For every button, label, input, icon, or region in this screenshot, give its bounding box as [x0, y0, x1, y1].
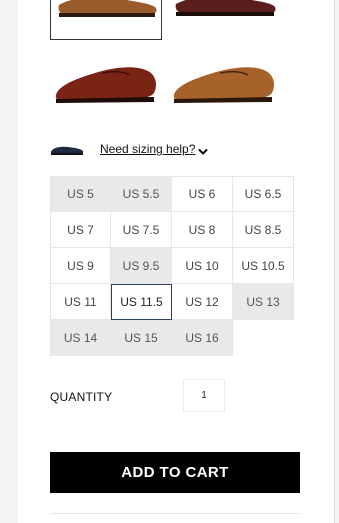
size-option[interactable]: US 11 [50, 284, 111, 320]
size-option[interactable]: US 11.5 [111, 284, 172, 320]
size-option[interactable]: US 6 [172, 176, 233, 212]
divider [50, 513, 300, 514]
size-option[interactable]: US 16 [172, 320, 233, 356]
shoe-image [55, 67, 156, 103]
sizing-help-link[interactable]: Need sizing help? [100, 142, 195, 156]
size-selector-grid: US 5 US 5.5 US 6 US 6.5 US 7 US 7.5 US 8 US 8.5… [50, 176, 294, 356]
sizing-help-row: Need sizing help? [50, 140, 310, 160]
thumbnail-top-left[interactable] [50, 0, 162, 40]
size-option[interactable]: US 10 [172, 248, 233, 284]
thumbnail-bottom-right[interactable] [170, 55, 282, 111]
size-option[interactable]: US 14 [50, 320, 111, 356]
size-option[interactable]: US 15 [111, 320, 172, 356]
size-option[interactable]: US 9.5 [111, 248, 172, 284]
size-option[interactable]: US 13 [233, 284, 294, 320]
quantity-input[interactable] [183, 379, 225, 412]
page-left-edge [0, 0, 19, 523]
size-option[interactable]: US 5.5 [111, 176, 172, 212]
size-option[interactable]: US 7 [50, 212, 111, 248]
chevron-down-icon[interactable] [198, 144, 208, 162]
quantity-label: QUANTITY [50, 390, 113, 404]
shoe-icon [50, 143, 84, 162]
size-option[interactable]: US 5 [50, 176, 111, 212]
thumbnail-bottom-left[interactable] [50, 55, 162, 111]
shoe-image [175, 0, 276, 16]
add-to-cart-button[interactable]: ADD TO CART [50, 452, 300, 493]
size-option[interactable]: US 7.5 [111, 212, 172, 248]
size-option[interactable]: US 9 [50, 248, 111, 284]
size-option[interactable]: US 12 [172, 284, 233, 320]
shoe-image [173, 67, 274, 103]
size-option[interactable]: US 8.5 [233, 212, 294, 248]
size-option[interactable]: US 6.5 [233, 176, 294, 212]
size-option[interactable]: US 8 [172, 212, 233, 248]
page-right-edge [334, 0, 339, 523]
shoe-image [58, 0, 157, 17]
size-option[interactable]: US 10.5 [233, 248, 294, 284]
thumbnail-top-right[interactable] [170, 0, 282, 40]
